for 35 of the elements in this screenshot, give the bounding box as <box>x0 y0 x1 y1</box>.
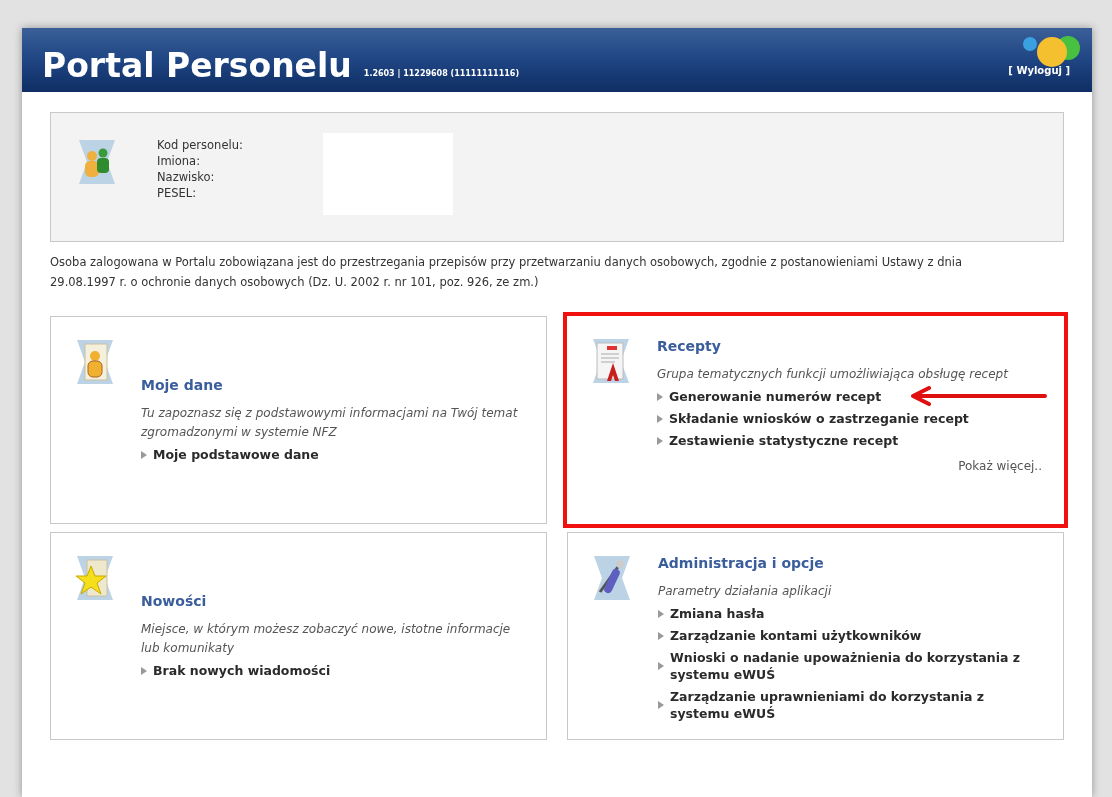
profile-label: Kod personelu: <box>157 137 243 153</box>
tile-description: Parametry działania aplikacji <box>658 583 833 600</box>
triangle-icon <box>658 701 664 709</box>
tile-link[interactable]: Zarządzanie kontami użytkowników <box>670 627 922 644</box>
version-text: 1.2603 | 11229608 (11111111116) <box>363 68 520 80</box>
triangle-icon <box>658 662 664 670</box>
triangle-icon <box>141 450 147 459</box>
tile-link[interactable]: Zmiana hasła <box>670 605 765 622</box>
triangle-icon <box>657 436 663 445</box>
tile-link[interactable]: Składanie wniosków o zastrzeganie recept <box>669 410 969 427</box>
profile-label: Imiona: <box>157 153 202 169</box>
tile-description: Tu zapoznasz się z podstawowymi informacjami na Twój temat zgromadzonymi w systemie NFZ <box>141 405 519 441</box>
tile-description: Grupa tematycznych funkcji umożliwiająca obsługę recept <box>657 366 1010 383</box>
triangle-icon <box>658 609 664 618</box>
portal-title: Portal Personelu <box>42 49 352 82</box>
triangle-icon <box>141 666 147 675</box>
tile-title-link[interactable]: Nowości <box>141 591 207 612</box>
triangle-icon <box>658 631 664 640</box>
tile-title-link[interactable]: Recepty <box>657 336 721 357</box>
profile-label: PESEL: <box>157 185 198 201</box>
tile-link[interactable]: Generowanie numerów recept <box>669 388 882 405</box>
tile-title-link[interactable]: Moje dane <box>141 375 223 396</box>
tile-link[interactable]: Wnioski o nadanie upoważnienia do korzystania z systemu eWUŚ <box>670 649 1041 683</box>
triangle-icon <box>657 414 663 423</box>
triangle-icon <box>657 392 663 401</box>
logout-link[interactable]: [ Wyloguj ] <box>1008 63 1070 78</box>
show-more-link[interactable]: Pokaż więcej.. <box>958 457 1042 475</box>
tile-link[interactable]: Moje podstawowe dane <box>153 446 319 463</box>
tile-link[interactable]: Zarządzanie uprawnieniami do korzystania z systemu eWUŚ <box>670 688 1041 722</box>
tile-link[interactable]: Brak nowych wiadomości <box>153 662 331 679</box>
tile-description: Miejsce, w którym możesz zobaczyć nowe, istotne informacje lub komunikaty <box>141 621 512 657</box>
profile-label: Nazwisko: <box>157 169 216 185</box>
tile-title-link[interactable]: Administracja i opcje <box>658 553 824 574</box>
notice-text: Osoba zalogowana w Portalu zobowiązana jest do przestrzegania przepisów przy przetwarzaniu danych osobowych, zgodnie z postanowieniami Ustawy z dnia 29.08.1997 r. o ochronie danych osobowych (Dz. U. 2002 r. nr 101, poz. 926, ze zm.) <box>50 254 963 291</box>
tile-link[interactable]: Zestawienie statystyczne recept <box>669 432 899 449</box>
